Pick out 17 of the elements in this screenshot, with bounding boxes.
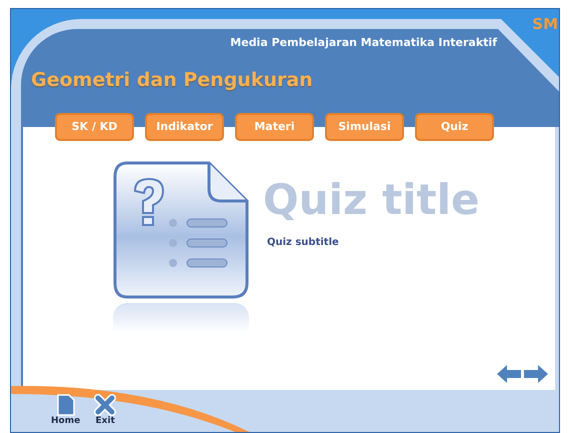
nav-tab[interactable]: Quiz bbox=[415, 113, 494, 141]
page-title: Geometri dan Pengukuran bbox=[31, 68, 314, 92]
quiz-document-icon bbox=[113, 161, 249, 299]
back-arrow-icon[interactable] bbox=[496, 364, 522, 384]
nav-tab[interactable]: SK / KD bbox=[55, 113, 134, 141]
forward-arrow-icon[interactable] bbox=[523, 364, 549, 384]
document-icon bbox=[56, 394, 75, 416]
nav-tab[interactable]: Indikator bbox=[145, 113, 224, 141]
close-icon bbox=[94, 394, 116, 416]
quiz-title: Quiz title bbox=[263, 179, 480, 221]
footer-button[interactable]: Home bbox=[51, 394, 80, 428]
quiz-subtitle: Quiz subtitle bbox=[267, 236, 340, 250]
footer-button[interactable]: Exit bbox=[94, 394, 116, 428]
nav-tab[interactable]: Materi bbox=[235, 113, 314, 141]
nav-tab[interactable]: Simulasi bbox=[325, 113, 404, 141]
header-caption: Media Pembelajaran Matematika Interaktif bbox=[230, 35, 497, 51]
corner-text: SM bbox=[532, 17, 558, 32]
